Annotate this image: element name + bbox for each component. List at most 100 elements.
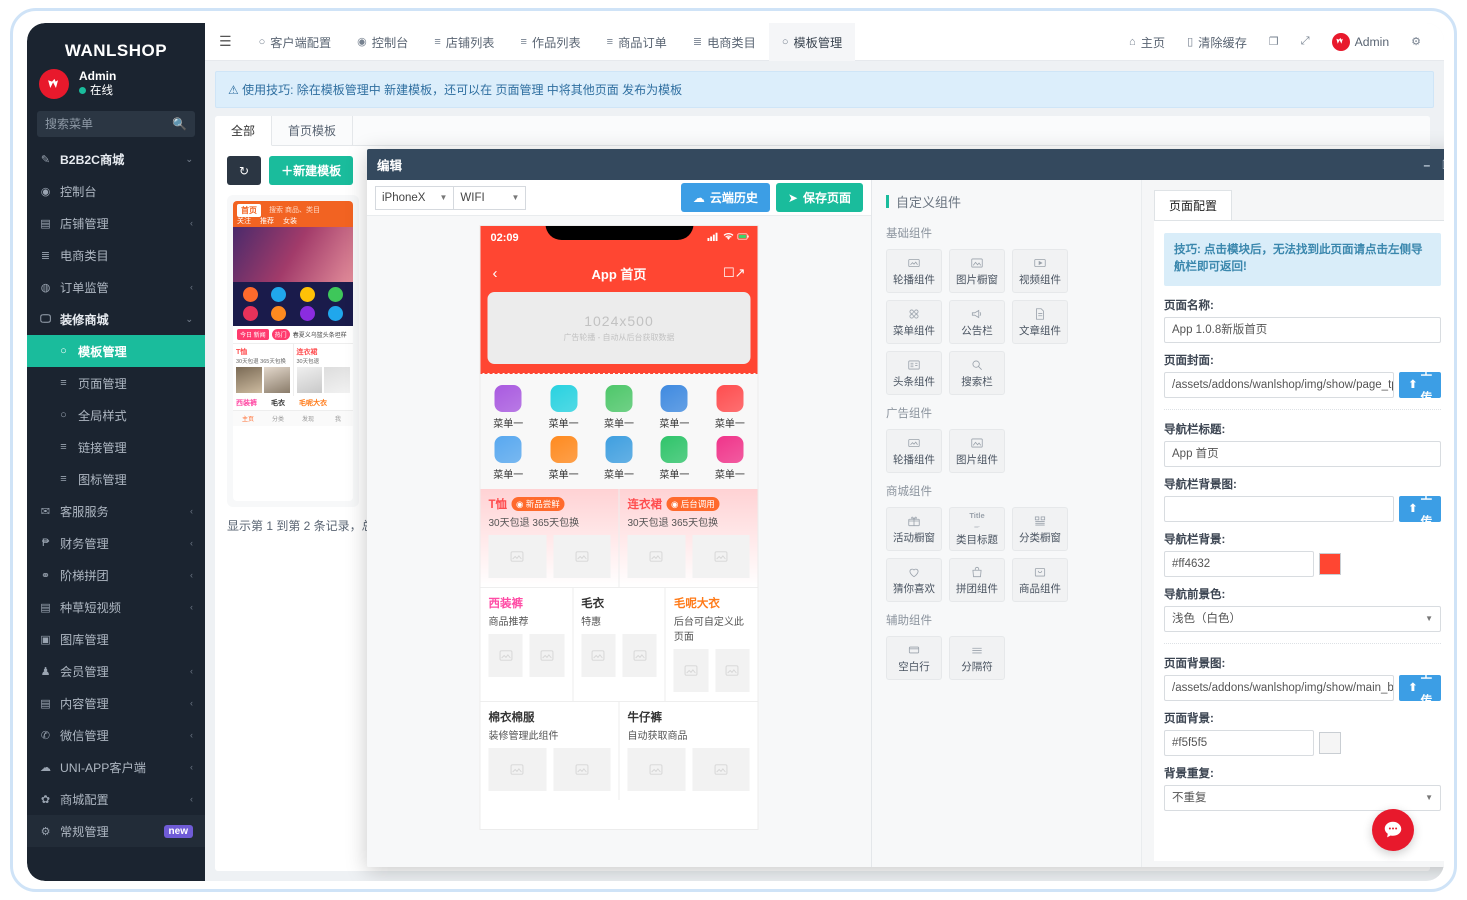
tab-all[interactable]: 全部: [215, 116, 272, 146]
sidebar-item-20[interactable]: ✿商城配置‹: [27, 783, 205, 815]
cloud-history-button[interactable]: ☁ 云端历史: [681, 183, 770, 212]
sidebar-item-12[interactable]: ₱财务管理‹: [27, 527, 205, 559]
field-input-0[interactable]: App 1.0.8新版首页: [1164, 317, 1441, 343]
component-picture-icon[interactable]: 图片橱窗: [949, 249, 1005, 293]
topbar-tab-0[interactable]: ○客户端配置: [246, 23, 345, 61]
sidebar-item-2[interactable]: ▤店铺管理‹: [27, 207, 205, 239]
menu-cell-9[interactable]: 菜单一: [702, 432, 757, 483]
component-goods-icon[interactable]: 商品组件: [1012, 558, 1068, 602]
menu-cell-3[interactable]: 菜单一: [647, 381, 702, 432]
sidebar-item-4[interactable]: ◍订单监管‹: [27, 271, 205, 303]
sidebar-item-1[interactable]: ◉控制台: [27, 175, 205, 207]
sidebar-item-16[interactable]: ♟会员管理‹: [27, 655, 205, 687]
sidebar-item-6[interactable]: ○模板管理: [27, 335, 205, 367]
hamburger-icon[interactable]: ☰: [205, 33, 246, 50]
sidebar-item-10[interactable]: ≡图标管理: [27, 463, 205, 495]
component-groupbuy-icon[interactable]: 拼团组件: [949, 558, 1005, 602]
topbar-tab-4[interactable]: ≡商品订单: [594, 23, 680, 61]
menu-cell-5[interactable]: 菜单一: [481, 432, 536, 483]
sidebar-item-17[interactable]: ▤内容管理‹: [27, 687, 205, 719]
topbar-action-1[interactable]: ▯清除缓存: [1176, 23, 1258, 61]
sidebar-search[interactable]: 🔍: [37, 111, 195, 137]
goods-card-5[interactable]: 棉衣棉服装修管理此组件: [481, 702, 619, 800]
goods-card-6[interactable]: 牛仔裤自动获取商品: [619, 702, 758, 800]
topbar-action-2[interactable]: ❐: [1258, 23, 1290, 61]
restore-icon[interactable]: ❐: [1442, 158, 1444, 172]
topbar-action-5[interactable]: ⚙: [1400, 23, 1432, 61]
upload-button-1[interactable]: ⬆上传: [1399, 372, 1441, 398]
device-select[interactable]: iPhoneX ▼: [375, 186, 454, 210]
chat-bubble-icon[interactable]: [1372, 809, 1414, 851]
component-category-icon[interactable]: 分类橱窗: [1012, 507, 1068, 551]
menu-component[interactable]: 菜单一菜单一菜单一菜单一菜单一菜单一菜单一菜单一菜单一菜单一: [481, 373, 758, 489]
banner-component[interactable]: 1024x500 广告轮播 - 自动从后台获取数据: [481, 292, 758, 373]
minimize-icon[interactable]: –: [1424, 158, 1431, 172]
component-heart-icon[interactable]: 猜你喜欢: [886, 558, 942, 602]
sidebar-item-5[interactable]: 🖵装修商城⌄: [27, 303, 205, 335]
menu-cell-2[interactable]: 菜单一: [591, 381, 646, 432]
search-input[interactable]: [45, 117, 165, 131]
tab-page-config[interactable]: 页面配置: [1154, 190, 1232, 220]
component-megaphone-icon[interactable]: 公告栏: [949, 300, 1005, 344]
component-grid-dots-icon[interactable]: 菜单组件: [886, 300, 942, 344]
component-gift-icon[interactable]: 活动橱窗: [886, 507, 942, 551]
component-video-play-icon[interactable]: 视频组件: [1012, 249, 1068, 293]
sidebar-item-15[interactable]: ▣图库管理: [27, 623, 205, 655]
component-blank-row-icon[interactable]: 空白行: [886, 636, 942, 680]
tab-home-template[interactable]: 首页模板: [272, 116, 353, 145]
goods-card-1[interactable]: 连衣裙◉ 后台调用30天包退 365天包换: [619, 489, 758, 587]
field-input-1[interactable]: /assets/addons/wanlshop/img/show/page_tp…: [1164, 372, 1394, 398]
topbar-tab-3[interactable]: ≡作品列表: [508, 23, 594, 61]
sidebar-item-8[interactable]: ○全局样式: [27, 399, 205, 431]
chevron-left-icon[interactable]: ‹: [493, 265, 498, 282]
component-picture-icon[interactable]: 图片组件: [949, 429, 1005, 473]
upload-button-8[interactable]: ⬆上传: [1399, 675, 1441, 701]
sidebar-item-0[interactable]: ✎B2B2C商城⌄: [27, 143, 205, 175]
field-input-3[interactable]: App 首页: [1164, 441, 1441, 467]
sidebar-item-18[interactable]: ✆微信管理‹: [27, 719, 205, 751]
search-icon[interactable]: 🔍: [172, 117, 187, 131]
color-swatch-5[interactable]: [1319, 553, 1341, 575]
sidebar-item-11[interactable]: ✉客服服务‹: [27, 495, 205, 527]
goods-card-2[interactable]: 西装裤商品推荐: [481, 588, 573, 701]
topbar-action-0[interactable]: ⌂主页: [1118, 23, 1176, 61]
network-select[interactable]: WIFI ▼: [454, 186, 526, 210]
topbar-action-4[interactable]: Admin: [1321, 23, 1401, 61]
template-card[interactable]: 首页 搜索 商品、类目 关注 推荐 女装: [227, 195, 359, 507]
field-input-5[interactable]: #ff4632: [1164, 551, 1314, 577]
sidebar-item-21[interactable]: ⚙常规管理new: [27, 815, 205, 847]
component-title-icon[interactable]: Title类目标题: [949, 507, 1005, 551]
field-input-4[interactable]: [1164, 496, 1394, 522]
field-select-6[interactable]: 浅色（白色）▼: [1164, 606, 1441, 632]
save-page-button[interactable]: ➤ 保存页面: [776, 183, 863, 212]
component-search-icon[interactable]: 搜索栏: [949, 351, 1005, 395]
component-document-icon[interactable]: 文章组件: [1012, 300, 1068, 344]
menu-cell-1[interactable]: 菜单一: [536, 381, 591, 432]
topbar-tab-5[interactable]: ≣电商类目: [680, 23, 769, 61]
refresh-button[interactable]: ↻: [227, 156, 261, 185]
component-carousel-icon[interactable]: 轮播组件: [886, 249, 942, 293]
component-divider-icon[interactable]: 分隔符: [949, 636, 1005, 680]
menu-cell-4[interactable]: 菜单一: [702, 381, 757, 432]
sidebar-item-14[interactable]: ▤种草短视频‹: [27, 591, 205, 623]
menu-cell-6[interactable]: 菜单一: [536, 432, 591, 483]
field-select-10[interactable]: 不重复▼: [1164, 785, 1441, 811]
component-headline-icon[interactable]: 头条组件: [886, 351, 942, 395]
topbar-action-3[interactable]: ⤢: [1290, 23, 1321, 61]
field-input-9[interactable]: #f5f5f5: [1164, 730, 1314, 756]
sidebar-item-7[interactable]: ≡页面管理: [27, 367, 205, 399]
field-input-8[interactable]: /assets/addons/wanlshop/img/show/main_bg…: [1164, 675, 1394, 701]
component-carousel-icon[interactable]: 轮播组件: [886, 429, 942, 473]
new-template-button[interactable]: ＋新建模板: [269, 156, 353, 185]
goods-card-4[interactable]: 毛呢大衣后台可自定义此页面: [665, 588, 758, 701]
topbar-tab-1[interactable]: ◉控制台: [344, 23, 421, 61]
goods-card-3[interactable]: 毛衣特惠: [572, 588, 665, 701]
color-swatch-9[interactable]: [1319, 732, 1341, 754]
menu-cell-7[interactable]: 菜单一: [591, 432, 646, 483]
sidebar-item-13[interactable]: ⚭阶梯拼团‹: [27, 559, 205, 591]
menu-cell-0[interactable]: 菜单一: [481, 381, 536, 432]
topbar-tab-6[interactable]: ○模板管理: [769, 23, 855, 61]
goods-card-0[interactable]: T恤◉ 新品尝鲜30天包退 365天包换: [481, 489, 619, 587]
sidebar-item-19[interactable]: ☁UNI-APP客户端‹: [27, 751, 205, 783]
share-icon[interactable]: ☐↗: [723, 265, 746, 281]
